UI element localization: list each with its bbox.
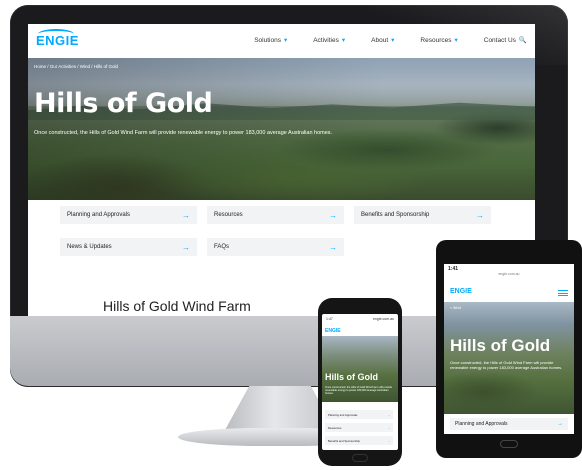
menu-resources[interactable]: Resources ▾ bbox=[420, 36, 457, 44]
link-resources[interactable]: Resources → bbox=[207, 206, 344, 224]
phone-link-planning[interactable]: Planning and Approvals → bbox=[325, 410, 393, 419]
link-benefits[interactable]: Benefits and Sponsorship → bbox=[354, 206, 491, 224]
breadcrumb[interactable]: Home / Our Activities / Wind / Hills of … bbox=[34, 64, 118, 69]
chevron-down-icon: ▾ bbox=[454, 37, 458, 44]
search-icon[interactable]: 🔍 bbox=[519, 37, 527, 44]
hero-subtitle: Once constructed, the Hills of Gold Wind… bbox=[34, 130, 333, 136]
tablet-home-button[interactable] bbox=[500, 440, 518, 448]
tablet-screen: engie.com.au 1:41 ENGIE < Wind Hills of … bbox=[444, 264, 574, 434]
phone-hero-title: Hills of Gold bbox=[325, 372, 378, 382]
phone-frame: 1:47 engie.com.au ENGIE Hills of Gold On… bbox=[318, 298, 402, 466]
hero-overlay bbox=[28, 58, 535, 200]
phone-status-bar: 1:47 engie.com.au bbox=[326, 317, 394, 321]
arrow-right-icon: → bbox=[557, 421, 563, 427]
chevron-down-icon: ▾ bbox=[391, 37, 395, 44]
arrow-right-icon: → bbox=[329, 210, 337, 220]
arrow-right-icon: → bbox=[387, 425, 390, 430]
arrow-right-icon: → bbox=[387, 438, 390, 443]
top-nav: ENGIE Solutions ▾ Activities ▾ About ▾ Reso… bbox=[28, 24, 535, 58]
link-planning[interactable]: Planning and Approvals → bbox=[60, 206, 197, 224]
arrow-right-icon: → bbox=[329, 242, 337, 252]
phone-home-button[interactable] bbox=[352, 454, 368, 462]
tablet-breadcrumb[interactable]: < Wind bbox=[450, 306, 461, 310]
arrow-right-icon: → bbox=[476, 210, 484, 220]
link-news[interactable]: News & Updates → bbox=[60, 238, 197, 256]
link-faqs[interactable]: FAQs → bbox=[207, 238, 344, 256]
menu-solutions[interactable]: Solutions ▾ bbox=[254, 36, 287, 44]
chevron-down-icon: ▾ bbox=[283, 37, 288, 44]
menu-activities[interactable]: Activities ▾ bbox=[313, 36, 345, 44]
hero-banner: Home / Our Activities / Wind / Hills of … bbox=[28, 58, 535, 200]
tablet-hero-title: Hills of Gold bbox=[450, 336, 551, 355]
tablet-link-planning[interactable]: Planning and Approvals → bbox=[450, 418, 568, 430]
phone-hero-subtitle: Once constructed, the Hills of Gold Wind… bbox=[325, 386, 393, 395]
arrow-right-icon: → bbox=[387, 412, 390, 417]
phone-screen: 1:47 engie.com.au ENGIE Hills of Gold On… bbox=[322, 314, 398, 450]
tablet-time: 1:41 bbox=[448, 266, 459, 272]
tablet-hero bbox=[444, 302, 574, 414]
phone-link-benefits[interactable]: Benefits and Sponsorship → bbox=[325, 436, 393, 445]
engie-logo[interactable]: ENGIE bbox=[36, 33, 79, 48]
device-mockup: ENGIE Solutions ▾ Activities ▾ About ▾ Reso… bbox=[0, 0, 582, 470]
section-title: Hills of Gold Wind Farm bbox=[103, 298, 251, 314]
hamburger-menu-icon[interactable] bbox=[558, 290, 568, 296]
page-title: Hills of Gold bbox=[34, 88, 213, 119]
arrow-right-icon: → bbox=[182, 210, 190, 220]
chevron-down-icon: ▾ bbox=[341, 37, 346, 44]
menu-about[interactable]: About ▾ bbox=[371, 36, 394, 44]
tablet-hero-subtitle: Once constructed, the Hills of Gold Wind… bbox=[450, 360, 563, 371]
arrow-right-icon: → bbox=[182, 242, 190, 252]
tablet-url[interactable]: engie.com.au bbox=[444, 272, 574, 276]
menu-contact[interactable]: Contact Us 🔍 bbox=[484, 36, 527, 44]
tablet-frame: engie.com.au 1:41 ENGIE < Wind Hills of … bbox=[436, 240, 582, 458]
phone-logo[interactable]: ENGIE bbox=[325, 328, 341, 334]
tablet-logo[interactable]: ENGIE bbox=[450, 288, 472, 295]
main-menu: Solutions ▾ Activities ▾ About ▾ Resources ▾… bbox=[254, 36, 527, 44]
phone-link-resources[interactable]: Resources → bbox=[325, 423, 393, 432]
